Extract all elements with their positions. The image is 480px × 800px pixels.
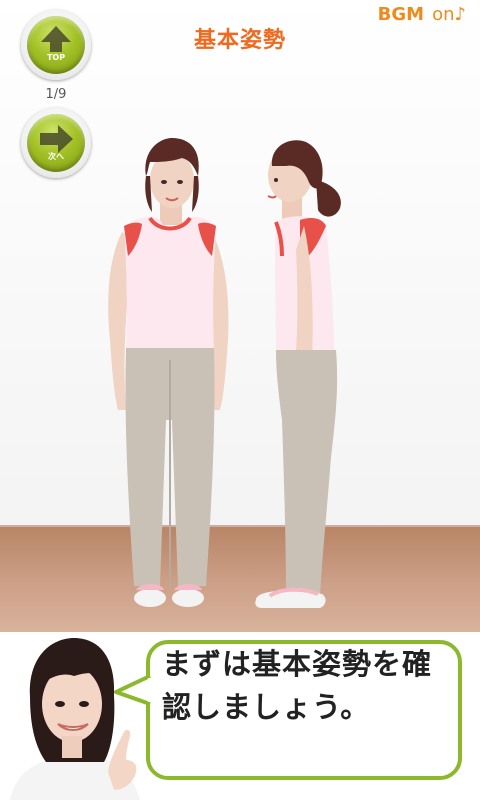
right-arrow-icon <box>40 125 73 153</box>
speech-bubble-tail <box>114 674 154 706</box>
up-arrow-icon <box>41 26 71 52</box>
top-button[interactable]: TOP <box>21 10 91 80</box>
bgm-toggle[interactable]: BGM on♪ <box>378 4 466 25</box>
instruction-message: まずは基本姿勢を確認しましょう。 <box>162 647 433 724</box>
page-indicator: 1/9 <box>45 87 67 102</box>
next-button-face: 次へ <box>27 114 85 172</box>
top-button-label: TOP <box>46 53 66 62</box>
next-button-label: 次へ <box>48 152 64 161</box>
bgm-state: on♪ <box>432 4 466 25</box>
next-button[interactable]: 次へ <box>21 108 91 178</box>
instructor-avatar <box>0 632 160 800</box>
bgm-label: BGM <box>377 4 425 25</box>
top-button-face: TOP <box>27 16 85 74</box>
